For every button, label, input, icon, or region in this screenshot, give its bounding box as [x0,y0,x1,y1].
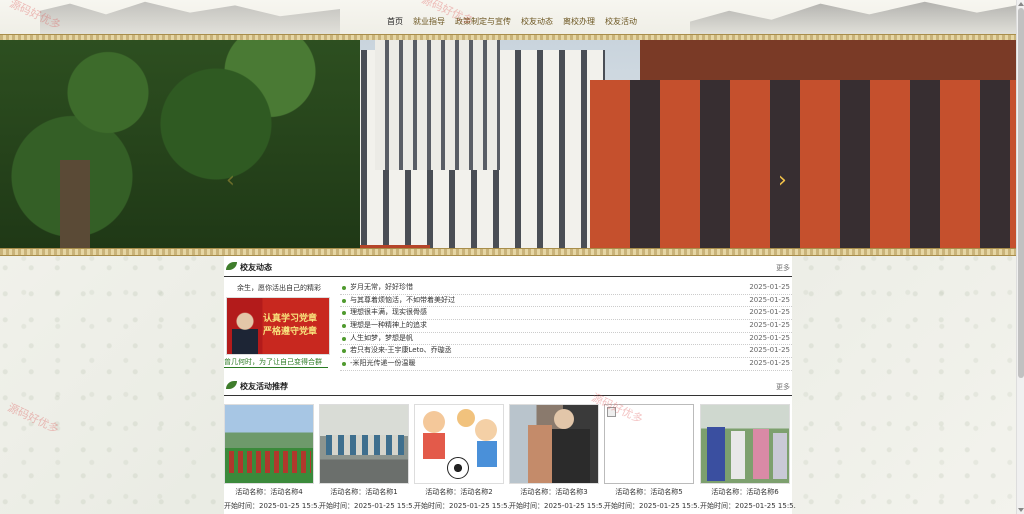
bullet-icon [342,349,346,354]
activity-card[interactable]: 活动名称：活动名称6 开始时间：2025-01-25 15:5... [700,404,796,510]
section-header-alumni-news: 校友动态 更多 [224,260,792,277]
nav-leaving-school[interactable]: 离校办理 [563,16,595,27]
banner-building [590,80,1016,250]
activity-image[interactable] [509,404,599,484]
news-title[interactable]: 与其尊着烦恼活，不如带着美好过 [350,295,455,307]
ink-mountain-decoration [40,1,340,36]
news-date: 2025-01-25 [749,359,790,368]
bullet-icon [342,336,346,341]
featured-link[interactable]: 曾几何时，为了让自己变得合群 [224,357,328,368]
section-title: 校友动态 [240,263,272,272]
news-title[interactable]: -米阳光传递一份温暖 [350,358,416,370]
news-list: 岁月无常，好好珍惜 2025-01-25 与其尊着烦恼活，不如带着美好过 2025-… [340,282,792,371]
activity-name: 活动名称：活动名称5 [615,488,683,496]
bullet-icon [342,362,346,367]
activity-card[interactable]: 活动名称：活动名称1 开始时间：2025-01-25 15:5... [319,404,415,510]
main-content: 校友动态 更多 余生，愿你活出自己的精彩 认真学习党章 严格遵守党章 曾几何时，… [224,256,796,514]
banner-building [375,40,500,170]
activity-image[interactable] [319,404,409,484]
banner-border-bottom [0,248,1016,256]
activity-name: 活动名称：活动名称1 [330,488,398,496]
activity-name: 活动名称：活动名称4 [235,488,303,496]
nav-home[interactable]: 首页 [387,16,403,27]
news-date: 2025-01-25 [749,321,790,330]
leaf-icon [226,381,237,389]
featured-image[interactable]: 认真学习党章 严格遵守党章 [226,297,330,355]
scroll-up-icon[interactable] [1018,2,1024,6]
news-title[interactable]: 理想很丰满，现实很骨感 [350,307,427,319]
list-item[interactable]: 岁月无常，好好珍惜 2025-01-25 [340,282,792,295]
activity-card[interactable]: 活动名称：活动名称3 开始时间：2025-01-25 15:5... [509,404,605,510]
news-title[interactable]: 岁月无常，好好珍惜 [350,282,413,294]
nav-career-guidance[interactable]: 就业指导 [413,16,445,27]
banner-tree-trunk [60,160,90,250]
bullet-icon [342,311,346,316]
news-date: 2025-01-25 [749,333,790,342]
activity-name: 活动名称：活动名称6 [711,488,779,496]
activity-image-broken[interactable] [604,404,694,484]
nav-policy[interactable]: 政策制定与宣传 [455,16,511,27]
activity-time: 开始时间：2025-01-25 15:5... [509,502,605,510]
activity-time: 开始时间：2025-01-25 15:5... [414,502,510,510]
main-nav: 首页 就业指导 政策制定与宣传 校友动态 离校办理 校友活动 [387,16,647,27]
list-item[interactable]: -米阳光传递一份温暖 2025-01-25 [340,358,792,371]
news-title[interactable]: 若只有没来-王宇康Leto、乔璇丞 [350,345,452,357]
ink-mountain-decoration [690,1,1016,36]
list-item[interactable]: 与其尊着烦恼活，不如带着美好过 2025-01-25 [340,295,792,308]
site-header: 首页 就业指导 政策制定与宣传 校友动态 离校办理 校友活动 [0,0,1016,36]
portrait [232,312,258,354]
featured-news[interactable]: 余生，愿你活出自己的精彩 认真学习党章 严格遵守党章 曾几何时，为了让自己变得合… [224,280,334,370]
activity-image[interactable] [224,404,314,484]
activity-image[interactable] [414,404,504,484]
section-header-activities: 校友活动推荐 更多 [224,379,792,396]
list-item[interactable]: 理想是一种精神上的追求 2025-01-25 [340,320,792,333]
nav-alumni-activities[interactable]: 校友活动 [605,16,637,27]
broken-image-icon [607,407,616,417]
nav-alumni-news[interactable]: 校友动态 [521,16,553,27]
leaf-icon [226,262,237,270]
banner-tree [0,40,360,250]
activity-time: 开始时间：2025-01-25 15:5... [700,502,796,510]
bullet-icon [342,286,346,290]
more-link[interactable]: 更多 [776,263,790,273]
bullet-icon [342,324,346,329]
news-date: 2025-01-25 [749,308,790,317]
activity-time: 开始时间：2025-01-25 15:5... [319,502,415,510]
image-text: 严格遵守党章 [263,327,318,337]
news-title[interactable]: 人生如梦，梦想是帆 [350,333,413,345]
activity-time: 开始时间：2025-01-25 15:5... [224,502,320,510]
chevron-left-icon[interactable]: ‹ [226,170,235,192]
featured-caption: 余生，愿你活出自己的精彩 [237,284,321,292]
activity-name: 活动名称：活动名称3 [520,488,588,496]
banner-carousel[interactable]: ‹ › [0,40,1016,250]
activity-card[interactable]: 活动名称：活动名称2 开始时间：2025-01-25 15:5... [414,404,510,510]
news-title[interactable]: 理想是一种精神上的追求 [350,320,427,332]
activity-name: 活动名称：活动名称2 [425,488,493,496]
activity-time: 开始时间：2025-01-25 15:5... [604,502,700,510]
page-scrollbar[interactable] [1016,0,1024,514]
image-text: 认真学习党章 [263,314,318,324]
bullet-icon [342,298,346,303]
news-date: 2025-01-25 [749,295,790,304]
list-item[interactable]: 理想很丰满，现实很骨感 2025-01-25 [340,307,792,321]
activity-card[interactable]: 活动名称：活动名称4 开始时间：2025-01-25 15:5... [224,404,320,510]
scrollbar-thumb[interactable] [1018,8,1024,378]
news-date: 2025-01-25 [749,346,790,355]
activity-image[interactable] [700,404,790,484]
list-item[interactable]: 人生如梦，梦想是帆 2025-01-25 [340,333,792,346]
activity-card[interactable]: 活动名称：活动名称5 开始时间：2025-01-25 15:5... [604,404,700,510]
list-item[interactable]: 若只有没来-王宇康Leto、乔璇丞 2025-01-25 [340,345,792,359]
chevron-right-icon[interactable]: › [778,170,787,192]
news-date: 2025-01-25 [749,283,790,291]
banner-building [640,40,1016,82]
section-title: 校友活动推荐 [240,382,288,391]
more-link[interactable]: 更多 [776,382,790,392]
scroll-down-icon[interactable] [1018,508,1024,512]
